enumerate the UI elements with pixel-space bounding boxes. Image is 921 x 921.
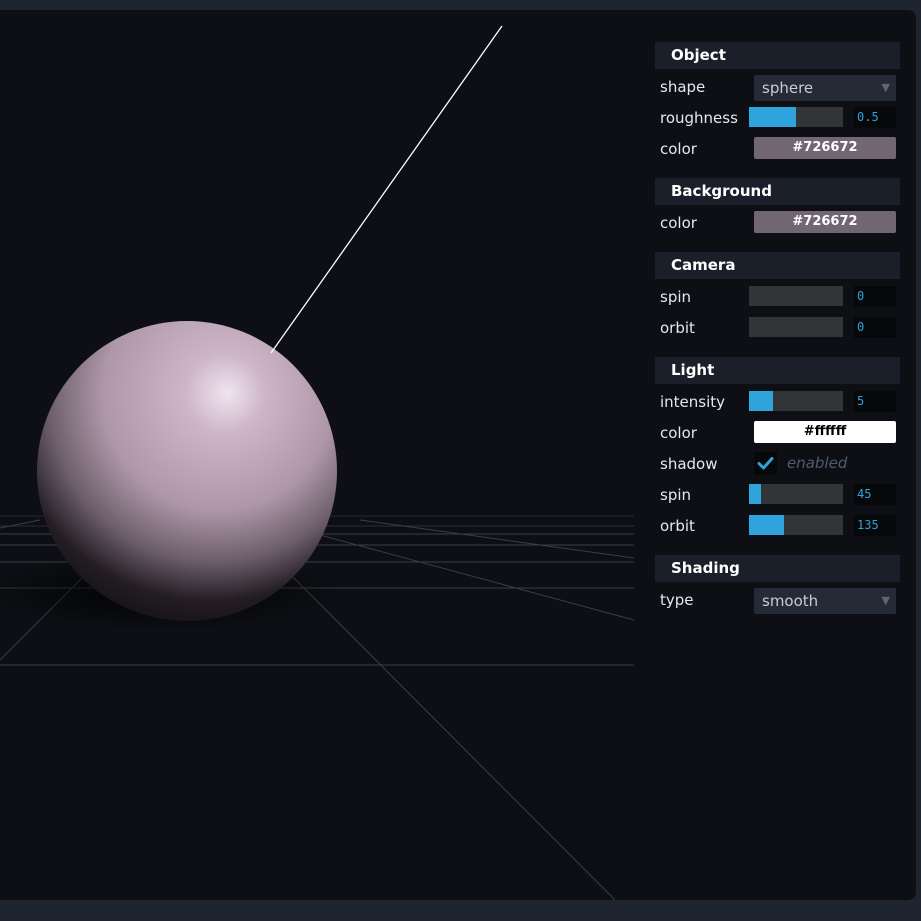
background-color-swatch[interactable]: #726672: [754, 211, 896, 233]
object-color-row: color #726672: [655, 135, 900, 166]
object-roughness-slider-fill: [749, 107, 796, 127]
camera-orbit-label: orbit: [660, 319, 695, 337]
light-intensity-slider[interactable]: [749, 391, 843, 411]
light-spin-slider-fill: [749, 484, 761, 504]
object-shape-label: shape: [660, 78, 706, 96]
background-section: Background color #726672: [655, 178, 900, 240]
light-spin-slider[interactable]: [749, 484, 843, 504]
light-color-swatch[interactable]: #ffffff: [754, 421, 896, 443]
camera-orbit-slider[interactable]: [749, 317, 843, 337]
light-color-row: color #ffffff: [655, 419, 900, 450]
light-section: Light intensity 5 color #ffffff shadow e…: [655, 357, 900, 543]
object-roughness-slider[interactable]: [749, 107, 843, 127]
light-intensity-row: intensity 5: [655, 388, 900, 419]
camera-section-header[interactable]: Camera: [655, 252, 900, 279]
background-color-label: color: [660, 214, 697, 232]
light-intensity-label: intensity: [660, 393, 726, 411]
light-orbit-label: orbit: [660, 517, 695, 535]
controls-panel: Object shape sphere ▼ roughness 0.5 colo…: [655, 42, 900, 629]
light-shadow-label: shadow: [660, 455, 718, 473]
light-orbit-input[interactable]: 135: [854, 515, 896, 536]
camera-orbit-row: orbit 0: [655, 314, 900, 345]
sphere-object[interactable]: [37, 321, 337, 621]
light-shadow-checkbox-text: enabled: [787, 454, 848, 472]
checkmark-icon: [757, 457, 774, 470]
light-spin-input[interactable]: 45: [854, 484, 896, 505]
light-direction-line: [270, 25, 503, 354]
object-color-label: color: [660, 140, 697, 158]
shading-section-header[interactable]: Shading: [655, 555, 900, 582]
object-roughness-input[interactable]: 0.5: [854, 107, 896, 128]
camera-spin-input[interactable]: 0: [854, 286, 896, 307]
light-shadow-row: shadow enabled: [655, 450, 900, 481]
shading-type-select[interactable]: smooth ▼: [754, 588, 896, 614]
dropdown-arrow-icon: ▼: [881, 594, 890, 607]
camera-spin-label: spin: [660, 288, 692, 306]
light-section-header[interactable]: Light: [655, 357, 900, 384]
object-color-swatch[interactable]: #726672: [754, 137, 896, 159]
light-color-label: color: [660, 424, 697, 442]
light-shadow-checkbox[interactable]: [754, 452, 777, 475]
scene-canvas[interactable]: [0, 10, 634, 900]
light-intensity-slider-fill: [749, 391, 773, 411]
3d-viewport[interactable]: [0, 10, 634, 900]
light-orbit-row: orbit 135: [655, 512, 900, 543]
camera-spin-row: spin 0: [655, 283, 900, 314]
object-shape-value: sphere: [762, 79, 814, 97]
camera-orbit-input[interactable]: 0: [854, 317, 896, 338]
light-orbit-slider[interactable]: [749, 515, 843, 535]
background-color-row: color #726672: [655, 209, 900, 240]
object-shape-row: shape sphere ▼: [655, 73, 900, 104]
camera-section: Camera spin 0 orbit 0: [655, 252, 900, 345]
shading-type-row: type smooth ▼: [655, 586, 900, 617]
shading-section: Shading type smooth ▼: [655, 555, 900, 617]
light-spin-label: spin: [660, 486, 692, 504]
shading-type-label: type: [660, 591, 694, 609]
object-roughness-row: roughness 0.5: [655, 104, 900, 135]
light-intensity-input[interactable]: 5: [854, 391, 896, 412]
object-roughness-label: roughness: [660, 109, 738, 127]
camera-spin-slider[interactable]: [749, 286, 843, 306]
object-shape-select[interactable]: sphere ▼: [754, 75, 896, 101]
background-section-header[interactable]: Background: [655, 178, 900, 205]
light-orbit-slider-fill: [749, 515, 785, 535]
app-frame: Object shape sphere ▼ roughness 0.5 colo…: [0, 10, 916, 900]
object-section-header[interactable]: Object: [655, 42, 900, 69]
dropdown-arrow-icon: ▼: [881, 81, 890, 94]
shading-type-value: smooth: [762, 592, 819, 610]
light-spin-row: spin 45: [655, 481, 900, 512]
object-section: Object shape sphere ▼ roughness 0.5 colo…: [655, 42, 900, 166]
